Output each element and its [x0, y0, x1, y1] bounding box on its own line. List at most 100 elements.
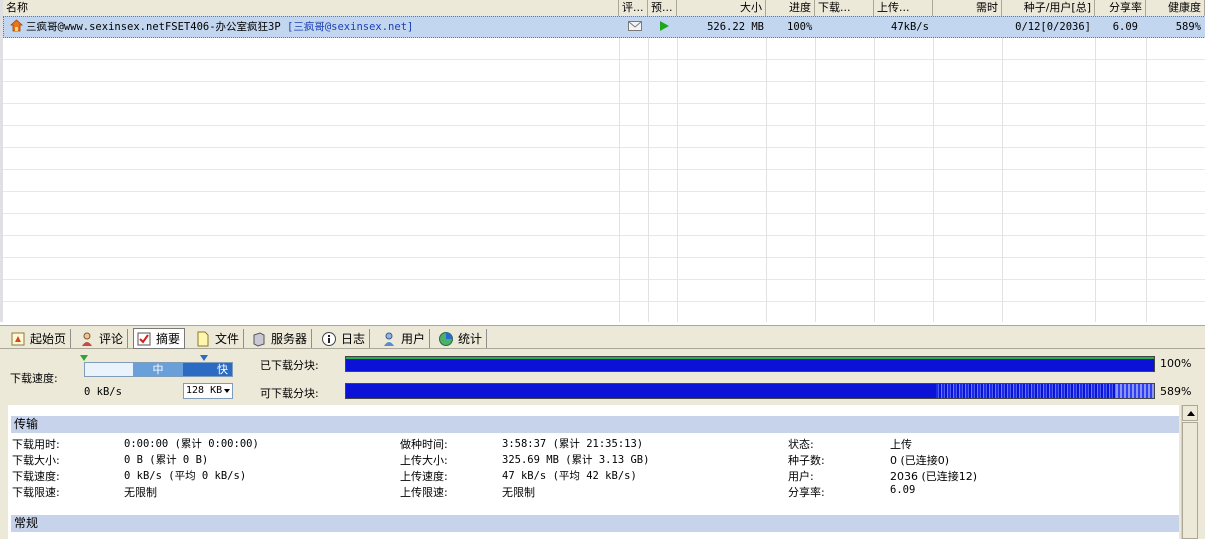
empty-row	[3, 126, 1205, 148]
column-progress[interactable]: 进度	[766, 0, 815, 16]
column-divider	[1002, 16, 1003, 322]
column-divider	[1095, 16, 1096, 322]
column-eta[interactable]: 需时	[933, 0, 1002, 16]
upload-limit-value: 无限制	[502, 486, 535, 499]
preview-cell[interactable]	[650, 17, 678, 37]
available-pieces-label: 可下载分块:	[260, 387, 319, 400]
torrent-row-selected[interactable]: 三疯哥@www.sexinsex.netFSET406-办公室疯狂3P [三疯哥…	[3, 16, 1205, 38]
download-limit-value: 无限制	[124, 486, 157, 499]
speed-limit-select[interactable]: 128 KB	[183, 383, 233, 399]
seeding-time-label: 做种时间:	[400, 438, 448, 451]
tab-comments-label: 评论	[99, 331, 124, 346]
general-section-header: 常规	[11, 515, 1179, 532]
seeding-time-value: 3:58:37 (累计 21:35:13)	[502, 438, 644, 450]
tab-servers[interactable]: 服务器	[249, 329, 313, 348]
server-icon	[253, 331, 265, 347]
tab-files-label: 文件	[215, 331, 240, 346]
play-preview-icon	[660, 21, 669, 31]
seeds-peers-cell: 0/12[0/2036]	[1015, 21, 1091, 33]
slider-low-marker[interactable]	[80, 355, 88, 361]
downloaded-pieces-bar	[345, 356, 1155, 372]
column-ratio[interactable]: 分享率	[1095, 0, 1146, 16]
scroll-thumb[interactable]	[1182, 422, 1198, 539]
seeds-label: 种子数:	[788, 454, 825, 467]
upload-house-icon	[9, 19, 24, 32]
upload-rate-value: 47 kB/s (平均 42 kB/s)	[502, 470, 637, 482]
share-ratio-value: 6.09	[890, 484, 916, 496]
column-size[interactable]: 大小	[677, 0, 766, 16]
torrent-name: 三疯哥@www.sexinsex.netFSET406-办公室疯狂3P	[26, 21, 281, 33]
health-cell: 589%	[1175, 21, 1201, 33]
empty-row	[3, 280, 1205, 302]
column-divider	[1146, 16, 1147, 322]
comment-envelope-icon	[628, 21, 642, 31]
detail-tabs: 起始页 评论 摘要 文件 服务器 日志 用户 统计	[0, 325, 1205, 349]
column-download-speed[interactable]: 下载...	[815, 0, 874, 16]
column-divider	[766, 16, 767, 322]
downloaded-pieces-label: 已下载分块:	[260, 359, 319, 372]
column-divider	[874, 16, 875, 322]
tab-files[interactable]: 文件	[193, 329, 245, 348]
rating-cell[interactable]	[621, 17, 649, 37]
empty-row	[3, 170, 1205, 192]
tab-servers-label: 服务器	[271, 331, 308, 346]
info-scrollbar[interactable]	[1181, 405, 1198, 539]
tab-comments[interactable]: 评论	[77, 329, 129, 348]
downloaded-pieces-fill	[346, 357, 1154, 359]
comment-icon	[82, 332, 92, 346]
tab-summary[interactable]: 摘要	[133, 328, 186, 349]
empty-row	[3, 236, 1205, 258]
scroll-up-button[interactable]	[1182, 405, 1198, 421]
summary-info-area: 传输 下载用时: 0:00:00 (累计 0:00:00) 做种时间: 3:58…	[8, 405, 1179, 539]
downloaded-size-label: 下载大小:	[12, 454, 60, 467]
transfer-section-header: 传输	[11, 416, 1179, 433]
downloaded-pieces-percent: 100%	[1160, 357, 1192, 370]
download-time-value: 0:00:00 (累计 0:00:00)	[124, 438, 259, 450]
column-divider	[677, 16, 678, 322]
torrent-name-cell: 三疯哥@www.sexinsex.netFSET406-办公室疯狂3P [三疯哥…	[6, 17, 618, 37]
tab-home[interactable]: 起始页	[8, 329, 72, 348]
slider-fast-segment: 快	[183, 363, 232, 376]
column-rating[interactable]: 评...	[619, 0, 648, 16]
column-seeds-peers[interactable]: 种子/用户[总]	[1002, 0, 1095, 16]
column-header: 名称 评... 预... 大小 进度 下载... 上传... 需时 种子/用户[…	[3, 0, 1205, 17]
column-divider	[619, 16, 620, 322]
column-name[interactable]: 名称	[3, 0, 619, 16]
upload-rate-label: 上传速度:	[400, 470, 448, 483]
peers-value: 2036 (已连接12)	[890, 470, 978, 483]
slider-mid-segment: 中	[133, 363, 183, 376]
empty-row	[3, 258, 1205, 280]
empty-row	[3, 148, 1205, 170]
tab-users[interactable]: 用户	[379, 329, 431, 348]
share-ratio-label: 分享率:	[788, 486, 825, 499]
torrent-list[interactable]: 名称 评... 预... 大小 进度 下载... 上传... 需时 种子/用户[…	[0, 0, 1205, 322]
tab-log-label: 日志	[341, 331, 366, 346]
empty-row	[3, 38, 1205, 60]
torrent-tag: [三疯哥@sexinsex.net]	[287, 21, 414, 33]
peers-label: 用户:	[788, 470, 814, 483]
column-upload-speed[interactable]: 上传...	[874, 0, 933, 16]
tab-summary-label: 摘要	[156, 331, 181, 346]
empty-row	[3, 60, 1205, 82]
download-speed-cell	[816, 17, 875, 37]
tab-log[interactable]: 日志	[319, 329, 371, 348]
download-limit-label: 下载限速:	[12, 486, 60, 499]
upload-limit-label: 上传限速:	[400, 486, 448, 499]
column-divider	[815, 16, 816, 322]
seeds-value: 0 (已连接0)	[890, 454, 950, 467]
user-icon	[384, 332, 394, 346]
file-icon	[197, 331, 209, 346]
empty-row	[3, 192, 1205, 214]
column-health[interactable]: 健康度	[1146, 0, 1205, 16]
download-time-label: 下载用时:	[12, 438, 60, 451]
empty-row	[3, 302, 1205, 322]
available-pieces-bar	[345, 383, 1155, 399]
speed-limit-value: 128 KB	[186, 385, 223, 396]
slider-high-marker[interactable]	[200, 355, 208, 361]
tab-stats[interactable]: 统计	[436, 329, 488, 348]
column-preview[interactable]: 预...	[648, 0, 677, 16]
download-speed-slider[interactable]: 中 快	[84, 362, 233, 377]
status-value: 上传	[890, 438, 912, 451]
uploaded-size-value: 325.69 MB (累计 3.13 GB)	[502, 454, 650, 466]
column-divider	[933, 16, 934, 322]
